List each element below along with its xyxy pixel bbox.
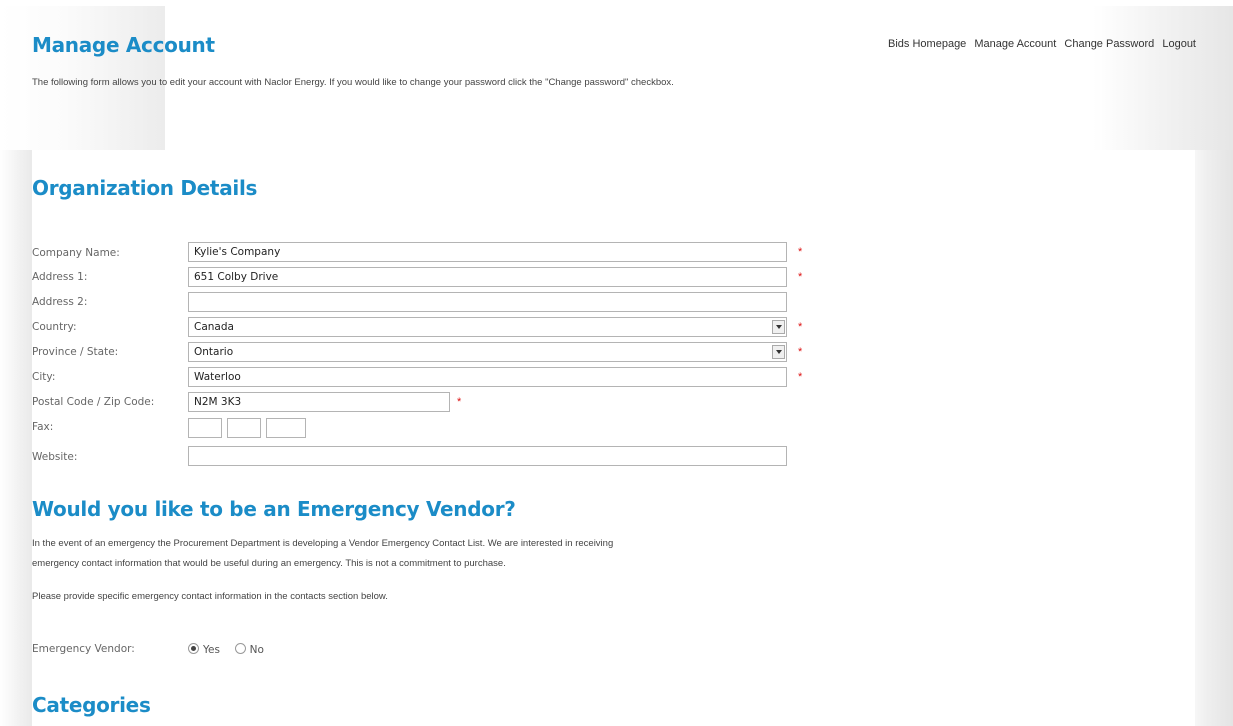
required-marker: *	[798, 271, 803, 283]
top-strip	[0, 0, 1233, 6]
address2-input[interactable]	[188, 292, 787, 312]
intro-text: The following form allows you to edit yo…	[32, 77, 674, 88]
chevron-down-icon[interactable]	[772, 320, 785, 334]
required-marker: *	[798, 371, 803, 383]
organization-details-heading: Organization Details	[32, 176, 258, 200]
nav-logout-link[interactable]: Logout	[1162, 38, 1196, 50]
nav-bids-homepage-link[interactable]: Bids Homepage	[888, 38, 966, 50]
categories-heading: Categories	[32, 693, 151, 717]
required-marker: *	[798, 321, 803, 333]
required-marker: *	[457, 396, 462, 408]
emergency-contact-instruction: Please provide specific emergency contac…	[32, 591, 388, 602]
emergency-vendor-yes-label[interactable]: Yes	[203, 644, 220, 656]
province-label: Province / State:	[32, 346, 119, 358]
country-label: Country:	[32, 321, 77, 333]
emergency-vendor-radio-group: Yes No	[188, 643, 264, 656]
country-selected-value: Canada	[194, 321, 234, 333]
emergency-vendor-heading: Would you like to be an Emergency Vendor…	[32, 497, 516, 521]
nav-manage-account-link[interactable]: Manage Account	[974, 38, 1056, 50]
required-marker: *	[798, 246, 803, 258]
fax-area-code-input[interactable]	[188, 418, 222, 438]
province-selected-value: Ontario	[194, 346, 234, 358]
company-name-label: Company Name:	[32, 247, 120, 259]
website-input[interactable]	[188, 446, 787, 466]
emergency-description-line1: In the event of an emergency the Procure…	[32, 538, 614, 549]
page-title: Manage Account	[32, 33, 215, 57]
emergency-vendor-yes-radio[interactable]	[188, 643, 199, 654]
company-name-input[interactable]: Kylie's Company	[188, 242, 787, 262]
required-marker: *	[798, 346, 803, 358]
country-select[interactable]: Canada	[188, 317, 787, 337]
postal-code-label: Postal Code / Zip Code:	[32, 396, 155, 408]
province-select[interactable]: Ontario	[188, 342, 787, 362]
background-shade-right-lower	[1195, 150, 1233, 726]
address2-label: Address 2:	[32, 296, 88, 308]
background-shade-right	[1093, 0, 1233, 150]
chevron-down-icon[interactable]	[772, 345, 785, 359]
city-label: City:	[32, 371, 56, 383]
emergency-vendor-no-radio[interactable]	[234, 643, 246, 654]
emergency-vendor-label: Emergency Vendor:	[32, 643, 135, 655]
form-panel: Organization Details Company Name: Kylie…	[32, 150, 1195, 726]
website-label: Website:	[32, 451, 78, 463]
emergency-vendor-no-label[interactable]: No	[250, 644, 264, 656]
background-shade-left-lower	[0, 150, 33, 726]
address1-label: Address 1:	[32, 271, 88, 283]
address1-input[interactable]: 651 Colby Drive	[188, 267, 787, 287]
postal-code-input[interactable]: N2M 3K3	[188, 392, 450, 412]
background-shade-left	[0, 0, 165, 150]
top-nav: Bids Homepage Manage Account Change Pass…	[883, 38, 1196, 50]
nav-change-password-link[interactable]: Change Password	[1064, 38, 1154, 50]
fax-prefix-input[interactable]	[227, 418, 261, 438]
fax-label: Fax:	[32, 421, 54, 433]
fax-line-input[interactable]	[266, 418, 306, 438]
emergency-description-line2: emergency contact information that would…	[32, 558, 506, 569]
city-input[interactable]: Waterloo	[188, 367, 787, 387]
